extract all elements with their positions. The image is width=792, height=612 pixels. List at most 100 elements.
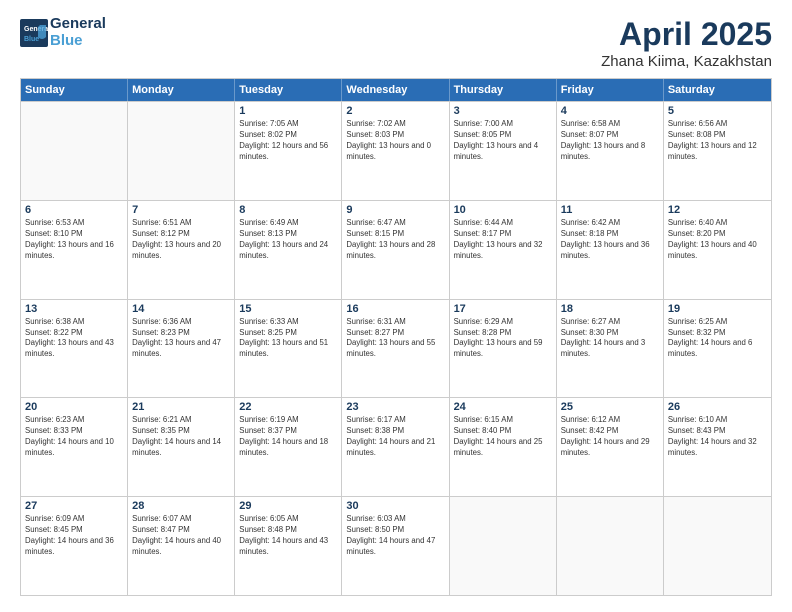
logo-general: General (50, 16, 106, 33)
calendar-cell: 1Sunrise: 7:05 AMSunset: 8:02 PMDaylight… (235, 102, 342, 200)
calendar-cell (128, 102, 235, 200)
day-number: 12 (668, 204, 767, 216)
calendar-cell: 26Sunrise: 6:10 AMSunset: 8:43 PMDayligh… (664, 398, 771, 496)
calendar-cell: 6Sunrise: 6:53 AMSunset: 8:10 PMDaylight… (21, 201, 128, 299)
day-number: 26 (668, 401, 767, 413)
day-number: 29 (239, 500, 337, 512)
calendar-cell: 9 Sunrise: 6:47 AMSunset: 8:15 PMDaylight… (342, 201, 449, 299)
day-number: 5 (668, 105, 767, 117)
calendar-cell: 12 Sunrise: 6:40 AMSunset: 8:20 PMDayligh… (664, 201, 771, 299)
day-info: Sunrise: 6:56 AMSunset: 8:08 PMDaylight:… (668, 119, 767, 163)
calendar-cell (21, 102, 128, 200)
title-area: April 2025 Zhana Kiima, Kazakhstan (601, 16, 772, 70)
logo: General Blue General Blue (20, 16, 106, 49)
day-number: 15 (239, 303, 337, 315)
day-info: Sunrise: 7:02 AMSunset: 8:03 PMDaylight:… (346, 119, 444, 163)
calendar-row: 27Sunrise: 6:09 AMSunset: 8:45 PMDayligh… (21, 496, 771, 595)
day-number: 13 (25, 303, 123, 315)
calendar-cell: 15 Sunrise: 6:33 AMSunset: 8:25 PMDayligh… (235, 300, 342, 398)
day-of-week-header: Friday (557, 79, 664, 101)
subtitle: Zhana Kiima, Kazakhstan (601, 53, 772, 70)
day-info: Sunrise: 6:12 AMSunset: 8:42 PMDaylight:… (561, 415, 659, 459)
day-info: Sunrise: 6:47 AMSunset: 8:15 PMDaylight:… (346, 218, 444, 262)
day-of-week-header: Saturday (664, 79, 771, 101)
day-number: 23 (346, 401, 444, 413)
day-info: Sunrise: 6:38 AMSunset: 8:22 PMDaylight:… (25, 317, 123, 361)
day-info: Sunrise: 6:36 AMSunset: 8:23 PMDaylight:… (132, 317, 230, 361)
calendar-cell (557, 497, 664, 595)
calendar-cell: 20 Sunrise: 6:23 AMSunset: 8:33 PMDayligh… (21, 398, 128, 496)
calendar-header: SundayMondayTuesdayWednesdayThursdayFrid… (21, 79, 771, 101)
logo-blue: Blue (50, 33, 106, 50)
calendar: SundayMondayTuesdayWednesdayThursdayFrid… (20, 78, 772, 596)
day-number: 28 (132, 500, 230, 512)
calendar-cell: 22Sunrise: 6:19 AMSunset: 8:37 PMDayligh… (235, 398, 342, 496)
day-number: 14 (132, 303, 230, 315)
day-of-week-header: Tuesday (235, 79, 342, 101)
day-info: Sunrise: 6:15 AMSunset: 8:40 PMDaylight:… (454, 415, 552, 459)
header: General Blue General Blue April 2025 Zha… (20, 16, 772, 70)
calendar-body: 1Sunrise: 7:05 AMSunset: 8:02 PMDaylight… (21, 101, 771, 595)
day-number: 9 (346, 204, 444, 216)
calendar-cell: 27Sunrise: 6:09 AMSunset: 8:45 PMDayligh… (21, 497, 128, 595)
day-number: 16 (346, 303, 444, 315)
day-number: 10 (454, 204, 552, 216)
logo-icon: General Blue (20, 19, 48, 47)
calendar-cell: 14 Sunrise: 6:36 AMSunset: 8:23 PMDayligh… (128, 300, 235, 398)
calendar-cell: 2Sunrise: 7:02 AMSunset: 8:03 PMDaylight… (342, 102, 449, 200)
day-info: Sunrise: 7:00 AMSunset: 8:05 PMDaylight:… (454, 119, 552, 163)
day-info: Sunrise: 6:29 AMSunset: 8:28 PMDaylight:… (454, 317, 552, 361)
day-info: Sunrise: 6:19 AMSunset: 8:37 PMDaylight:… (239, 415, 337, 459)
day-number: 18 (561, 303, 659, 315)
calendar-cell: 10 Sunrise: 6:44 AMSunset: 8:17 PMDayligh… (450, 201, 557, 299)
calendar-cell: 28Sunrise: 6:07 AMSunset: 8:47 PMDayligh… (128, 497, 235, 595)
day-info: Sunrise: 6:27 AMSunset: 8:30 PMDaylight:… (561, 317, 659, 361)
calendar-cell: 11Sunrise: 6:42 AMSunset: 8:18 PMDayligh… (557, 201, 664, 299)
day-info: Sunrise: 6:21 AMSunset: 8:35 PMDaylight:… (132, 415, 230, 459)
day-info: Sunrise: 6:44 AMSunset: 8:17 PMDaylight:… (454, 218, 552, 262)
calendar-cell (450, 497, 557, 595)
day-of-week-header: Sunday (21, 79, 128, 101)
calendar-row: 13 Sunrise: 6:38 AMSunset: 8:22 PMDayligh… (21, 299, 771, 398)
calendar-cell: 30Sunrise: 6:03 AMSunset: 8:50 PMDayligh… (342, 497, 449, 595)
day-info: Sunrise: 6:40 AMSunset: 8:20 PMDaylight:… (668, 218, 767, 262)
calendar-row: 1Sunrise: 7:05 AMSunset: 8:02 PMDaylight… (21, 101, 771, 200)
day-of-week-header: Thursday (450, 79, 557, 101)
day-number: 6 (25, 204, 123, 216)
calendar-cell: 8 Sunrise: 6:49 AMSunset: 8:13 PMDaylight… (235, 201, 342, 299)
calendar-row: 6Sunrise: 6:53 AMSunset: 8:10 PMDaylight… (21, 200, 771, 299)
calendar-cell: 18 Sunrise: 6:27 AMSunset: 8:30 PMDayligh… (557, 300, 664, 398)
day-of-week-header: Wednesday (342, 79, 449, 101)
day-info: Sunrise: 6:58 AMSunset: 8:07 PMDaylight:… (561, 119, 659, 163)
calendar-cell: 24 Sunrise: 6:15 AMSunset: 8:40 PMDayligh… (450, 398, 557, 496)
day-number: 30 (346, 500, 444, 512)
calendar-cell: 29 Sunrise: 6:05 AMSunset: 8:48 PMDayligh… (235, 497, 342, 595)
day-info: Sunrise: 6:51 AMSunset: 8:12 PMDaylight:… (132, 218, 230, 262)
calendar-cell: 7Sunrise: 6:51 AMSunset: 8:12 PMDaylight… (128, 201, 235, 299)
day-number: 20 (25, 401, 123, 413)
day-info: Sunrise: 6:49 AMSunset: 8:13 PMDaylight:… (239, 218, 337, 262)
day-info: Sunrise: 6:33 AMSunset: 8:25 PMDaylight:… (239, 317, 337, 361)
calendar-cell: 23 Sunrise: 6:17 AMSunset: 8:38 PMDayligh… (342, 398, 449, 496)
day-number: 25 (561, 401, 659, 413)
day-number: 24 (454, 401, 552, 413)
calendar-cell: 4Sunrise: 6:58 AMSunset: 8:07 PMDaylight… (557, 102, 664, 200)
calendar-cell (664, 497, 771, 595)
page: General Blue General Blue April 2025 Zha… (0, 0, 792, 612)
day-of-week-header: Monday (128, 79, 235, 101)
day-info: Sunrise: 6:17 AMSunset: 8:38 PMDaylight:… (346, 415, 444, 459)
calendar-cell: 21Sunrise: 6:21 AMSunset: 8:35 PMDayligh… (128, 398, 235, 496)
day-info: Sunrise: 6:05 AMSunset: 8:48 PMDaylight:… (239, 514, 337, 558)
day-info: Sunrise: 6:23 AMSunset: 8:33 PMDaylight:… (25, 415, 123, 459)
main-title: April 2025 (601, 16, 772, 53)
day-number: 3 (454, 105, 552, 117)
day-number: 19 (668, 303, 767, 315)
calendar-cell: 5 Sunrise: 6:56 AMSunset: 8:08 PMDaylight… (664, 102, 771, 200)
day-info: Sunrise: 6:31 AMSunset: 8:27 PMDaylight:… (346, 317, 444, 361)
day-number: 27 (25, 500, 123, 512)
svg-text:Blue: Blue (24, 36, 39, 43)
calendar-cell: 3 Sunrise: 7:00 AMSunset: 8:05 PMDaylight… (450, 102, 557, 200)
day-number: 8 (239, 204, 337, 216)
calendar-cell: 17 Sunrise: 6:29 AMSunset: 8:28 PMDayligh… (450, 300, 557, 398)
day-number: 17 (454, 303, 552, 315)
